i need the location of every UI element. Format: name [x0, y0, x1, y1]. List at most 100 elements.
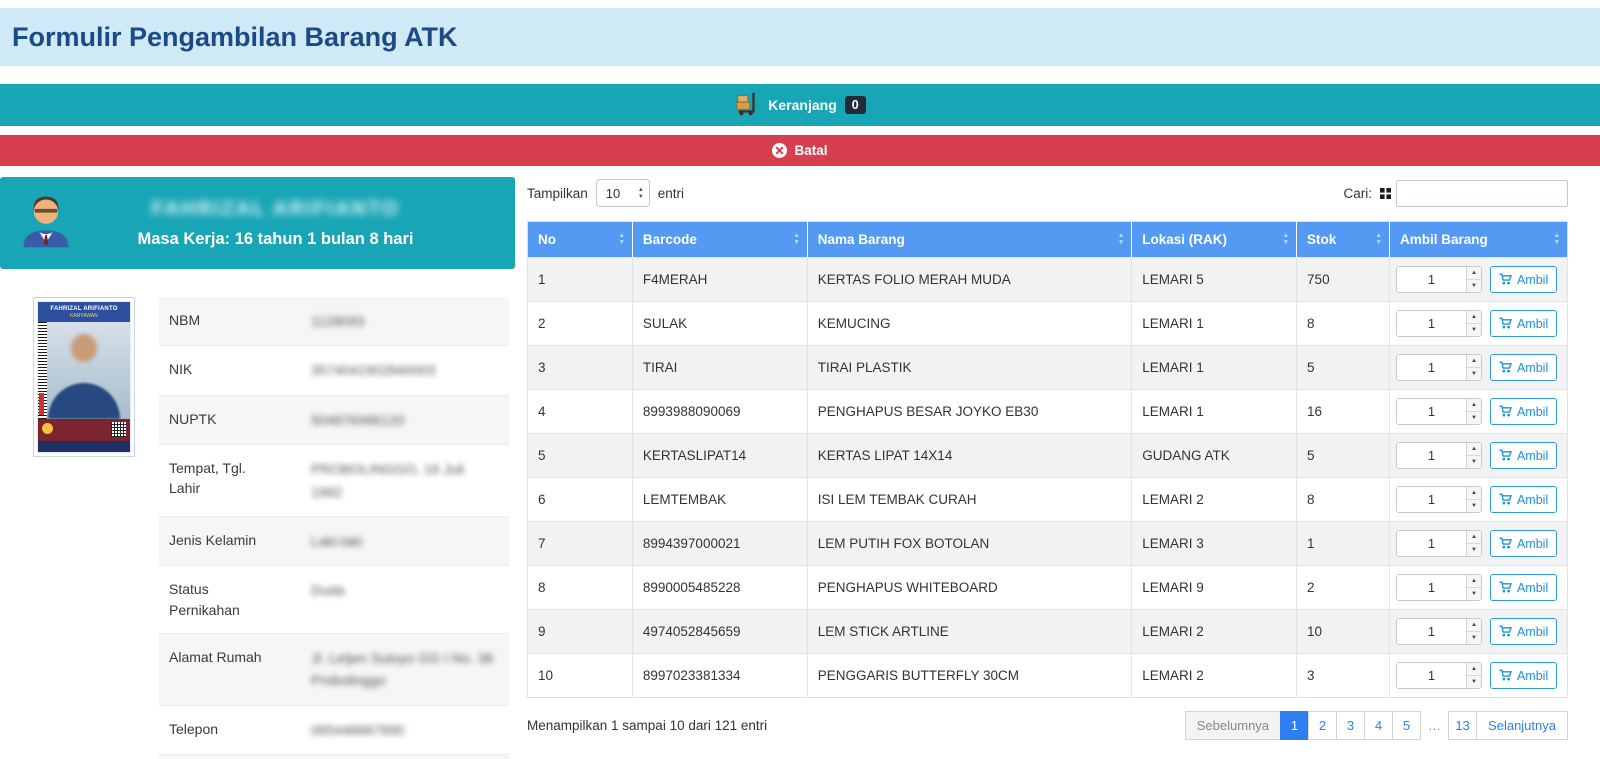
table-row: 2 SULAK KEMUCING LEMARI 1 8 ▲▼: [527, 301, 1569, 346]
quantity-input[interactable]: [1396, 663, 1466, 688]
stepper-arrows[interactable]: ▲ ▼: [1465, 311, 1481, 336]
quantity-stepper[interactable]: ▲▼: [1395, 618, 1482, 645]
profile-field-row: Status Pernikahan Duda: [159, 566, 509, 634]
column-header-no[interactable]: No ▲ ▼: [527, 221, 633, 258]
grid-icon: [1380, 187, 1391, 199]
ambil-button[interactable]: Ambil: [1489, 486, 1558, 513]
ambil-button[interactable]: Ambil: [1489, 530, 1558, 557]
pagination-page[interactable]: 5: [1392, 711, 1422, 740]
quantity-input[interactable]: [1396, 575, 1466, 600]
cell-lokasi: GUDANG ATK: [1131, 433, 1298, 478]
chevron-updown-icon: ▲ ▼: [637, 186, 644, 200]
id-card-photo: [38, 322, 130, 419]
cell-barcode: F4MERAH: [631, 257, 808, 302]
ambil-button[interactable]: Ambil: [1489, 442, 1558, 469]
stepper-arrows[interactable]: ▲ ▼: [1465, 575, 1481, 600]
quantity-input[interactable]: [1396, 399, 1466, 424]
quantity-stepper[interactable]: ▲▼: [1395, 310, 1482, 337]
stepper-arrows[interactable]: ▲ ▼: [1465, 443, 1481, 468]
ambil-button[interactable]: Ambil: [1489, 266, 1558, 293]
cart-bar-button[interactable]: Keranjang 0: [0, 84, 1600, 126]
ambil-button-label: Ambil: [1516, 360, 1549, 375]
pagination-page[interactable]: 2: [1308, 711, 1338, 740]
quantity-input[interactable]: [1396, 487, 1466, 512]
id-card-footer-band: [38, 419, 130, 441]
quantity-stepper[interactable]: ▲▼: [1395, 574, 1482, 601]
column-header-lokasi[interactable]: Lokasi (RAK) ▲ ▼: [1131, 221, 1298, 258]
field-label: NUPTK: [169, 410, 217, 427]
stepper-arrows[interactable]: ▲ ▼: [1465, 619, 1481, 644]
column-header-stok[interactable]: Stok ▲ ▼: [1296, 221, 1390, 258]
profile-field-row: Jenis Kelamin Laki-laki: [159, 516, 509, 567]
profile-field-row: NUPTK 504876066120: [159, 395, 509, 446]
search-label: Cari:: [1343, 185, 1372, 201]
logo-icon: [42, 423, 53, 434]
cell-stok: 750: [1296, 257, 1390, 302]
stepper-arrows[interactable]: ▲ ▼: [1465, 531, 1481, 556]
quantity-input[interactable]: [1396, 311, 1466, 336]
pagination-page[interactable]: …: [1420, 711, 1449, 740]
quantity-stepper[interactable]: ▲▼: [1395, 486, 1482, 513]
ambil-button[interactable]: Ambil: [1489, 354, 1558, 381]
cell-no: 6: [527, 477, 633, 522]
field-value: Laki-laki: [311, 532, 363, 549]
sort-arrows-icon: ▲ ▼: [1553, 231, 1560, 246]
column-header-nama-barang[interactable]: Nama Barang ▲ ▼: [807, 221, 1133, 258]
quantity-input[interactable]: [1396, 267, 1466, 292]
cell-ambil-barang: ▲▼: [1388, 565, 1569, 610]
quantity-input[interactable]: [1396, 531, 1466, 556]
ambil-button-label: Ambil: [1516, 492, 1549, 507]
pagination: Sebelumnya 1 2 3 4 5 … 13 Selanjutnya: [1184, 711, 1568, 740]
stepper-arrows[interactable]: ▲ ▼: [1465, 355, 1481, 380]
cell-barcode: TIRAI: [631, 345, 808, 390]
column-header-ambil-barang[interactable]: Ambil Barang ▲ ▼: [1389, 221, 1568, 258]
profile-field-row: Alamat Rumah Jl. Letjen Sutoyo GG I No. …: [159, 633, 509, 706]
cell-nama-barang: PENGHAPUS BESAR JOYKO EB30: [806, 389, 1133, 434]
quantity-stepper[interactable]: ▲▼: [1395, 662, 1482, 689]
search-input[interactable]: [1396, 179, 1568, 207]
stepper-arrows[interactable]: ▲ ▼: [1465, 663, 1481, 688]
cell-no: 7: [527, 521, 633, 566]
cell-lokasi: LEMARI 3: [1131, 521, 1298, 566]
profile-masa-kerja: Masa Kerja: 16 tahun 1 bulan 8 hari: [137, 229, 414, 248]
quantity-stepper[interactable]: ▲▼: [1395, 530, 1482, 557]
ambil-button[interactable]: Ambil: [1489, 662, 1558, 689]
column-header-barcode[interactable]: Barcode ▲ ▼: [632, 221, 808, 258]
pagination-page[interactable]: 3: [1336, 711, 1366, 740]
quantity-input[interactable]: [1396, 619, 1466, 644]
pagination-next[interactable]: Selanjutnya: [1476, 711, 1568, 740]
quantity-stepper[interactable]: ▲▼: [1395, 354, 1482, 381]
ambil-button[interactable]: Ambil: [1489, 618, 1558, 645]
cart-icon: [1499, 537, 1512, 550]
stepper-arrows[interactable]: ▲ ▼: [1465, 267, 1481, 292]
quantity-stepper[interactable]: ▲▼: [1395, 442, 1482, 469]
pagination-page[interactable]: 13: [1448, 711, 1478, 740]
cart-icon: [1499, 405, 1512, 418]
pagination-previous[interactable]: Sebelumnya: [1184, 711, 1282, 740]
quantity-stepper[interactable]: ▲▼: [1395, 266, 1482, 293]
quantity-input[interactable]: [1396, 443, 1466, 468]
table-row: 10 8997023381334 PENGGARIS BUTTERFLY 30C…: [527, 653, 1569, 698]
ambil-button[interactable]: Ambil: [1489, 574, 1558, 601]
qr-code: [111, 422, 126, 437]
cell-stok: 16: [1296, 389, 1390, 434]
cell-ambil-barang: ▲▼: [1388, 301, 1569, 346]
cancel-bar-button[interactable]: Batal: [0, 135, 1600, 166]
entries-select[interactable]: 10 ▲ ▼: [595, 179, 650, 207]
cell-no: 2: [527, 301, 633, 346]
ambil-button[interactable]: Ambil: [1489, 310, 1558, 337]
ambil-button[interactable]: Ambil: [1489, 398, 1558, 425]
pagination-page[interactable]: 1: [1280, 711, 1310, 740]
cell-lokasi: LEMARI 2: [1131, 653, 1298, 698]
pagination-page[interactable]: 4: [1364, 711, 1394, 740]
stepper-arrows[interactable]: ▲ ▼: [1465, 399, 1481, 424]
circle-x-icon: [772, 143, 788, 158]
field-label: Status Pernikahan: [169, 581, 240, 618]
field-label: NIK: [169, 361, 193, 378]
quantity-input[interactable]: [1396, 355, 1466, 380]
cell-barcode: 8990005485228: [631, 565, 808, 610]
quantity-stepper[interactable]: ▲▼: [1395, 398, 1482, 425]
id-card-header: FAHRIZAL ARIFIANTO KARYAWAN: [38, 302, 130, 322]
cell-ambil-barang: ▲▼: [1388, 609, 1569, 654]
stepper-arrows[interactable]: ▲ ▼: [1465, 487, 1481, 512]
